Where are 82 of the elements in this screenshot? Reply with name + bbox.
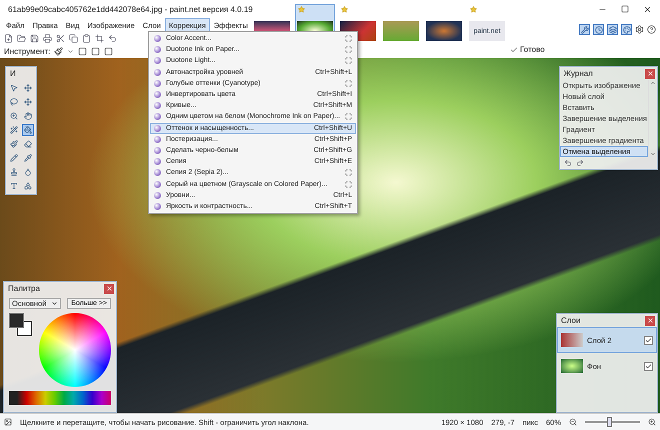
crop-icon[interactable] <box>95 34 104 42</box>
layer-thumbnail <box>561 359 583 373</box>
colors-toggle[interactable] <box>621 24 632 35</box>
star-icon <box>470 6 477 13</box>
scroll-up-icon[interactable] <box>650 80 656 86</box>
close-button[interactable] <box>104 284 114 294</box>
layer-thumbnail <box>561 333 583 347</box>
close-icon <box>646 70 654 77</box>
slider-thumb[interactable] <box>606 417 612 427</box>
pipette-icon <box>24 154 32 162</box>
save-icon[interactable] <box>30 34 39 42</box>
star-icon <box>298 6 305 13</box>
move-icon <box>24 98 32 106</box>
close-button[interactable] <box>645 316 655 326</box>
wand-icon <box>10 126 18 134</box>
panel-title: Палитра <box>8 284 40 293</box>
scissors-icon[interactable] <box>56 34 65 42</box>
tool-button[interactable] <box>8 138 20 150</box>
close-icon <box>646 317 654 324</box>
gradient-tool-icon[interactable] <box>54 46 64 56</box>
new-file-icon[interactable] <box>4 34 13 42</box>
visibility-checkbox[interactable] <box>644 336 653 344</box>
clipboard-icon[interactable] <box>82 34 91 42</box>
tool-button[interactable] <box>22 138 34 150</box>
visibility-checkbox[interactable] <box>644 362 653 370</box>
layers-toggle[interactable] <box>607 24 618 35</box>
text-icon <box>10 182 18 190</box>
tool-button[interactable] <box>22 152 34 164</box>
pencil-icon <box>10 154 18 162</box>
zoom-out-icon[interactable] <box>569 418 577 426</box>
panel-title: И <box>10 69 16 78</box>
tool-button[interactable] <box>22 110 34 122</box>
tool-button[interactable] <box>8 152 20 164</box>
close-button[interactable] <box>645 68 655 78</box>
status-text: Готово <box>520 45 545 54</box>
tool-button[interactable] <box>22 82 34 94</box>
droplet-icon <box>24 168 32 176</box>
zoom-icon <box>10 112 18 120</box>
check-icon <box>510 46 518 54</box>
tool-button[interactable] <box>22 124 34 136</box>
history-toggle[interactable] <box>593 24 604 35</box>
tools-toggle[interactable] <box>579 24 590 35</box>
bucket-icon <box>24 126 32 134</box>
copy-icon[interactable] <box>69 34 78 42</box>
settings-icon[interactable] <box>635 25 644 34</box>
tool-button[interactable] <box>8 124 20 136</box>
undo-icon[interactable] <box>108 34 117 42</box>
lasso-icon <box>10 98 18 106</box>
tool-button[interactable] <box>8 166 20 178</box>
tool-button[interactable] <box>8 180 20 192</box>
palette-swatches[interactable] <box>9 391 111 405</box>
tool-button[interactable] <box>22 96 34 108</box>
window-title: 61ab99e09cabc405762e1dd442078e64.jpg - paint.net версия 4.0.19 <box>8 4 253 14</box>
printer-icon[interactable] <box>43 34 52 42</box>
hand-icon <box>24 112 32 120</box>
stamp-icon <box>10 168 18 176</box>
panel-title: Слои <box>561 316 580 325</box>
close-icon <box>106 285 112 292</box>
zoom-in-icon[interactable] <box>648 418 656 426</box>
caret-icon <box>51 300 58 307</box>
shapes-icon <box>24 182 32 190</box>
folder-icon[interactable] <box>17 34 26 42</box>
move-icon <box>24 84 32 92</box>
brush-icon <box>10 140 18 148</box>
maximize-icon[interactable] <box>621 5 629 13</box>
tool-button[interactable] <box>8 110 20 122</box>
caret-icon[interactable] <box>67 48 74 54</box>
redo-icon[interactable] <box>576 159 584 167</box>
tool-button[interactable] <box>8 96 20 108</box>
tool-icon <box>4 418 12 426</box>
color-swatches-drawing <box>9 313 33 337</box>
help-icon[interactable] <box>647 25 656 34</box>
panel-title: Журнал <box>564 69 593 78</box>
close-icon[interactable] <box>643 4 652 14</box>
eraser-icon <box>24 140 32 148</box>
star-icon <box>341 6 348 13</box>
tool-button[interactable] <box>8 82 20 94</box>
pointer-icon <box>10 84 18 92</box>
tool-button[interactable] <box>22 180 34 192</box>
scroll-down-icon[interactable] <box>650 151 656 157</box>
tool-label: Инструмент: <box>4 46 50 56</box>
undo-icon[interactable] <box>564 159 572 167</box>
